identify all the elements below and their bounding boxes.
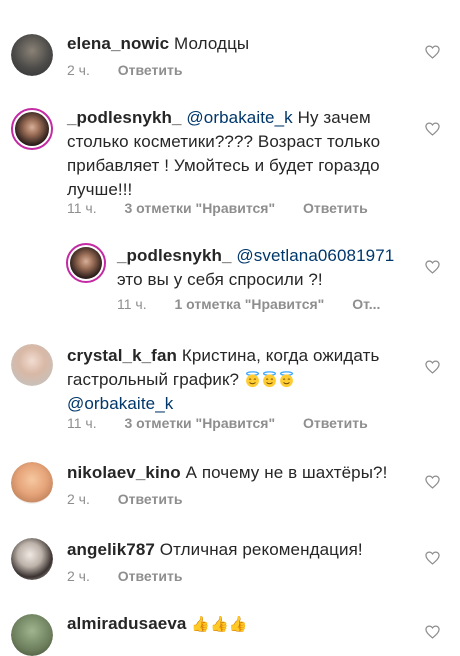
reply-button[interactable]: Ответить <box>118 62 183 78</box>
comment-time: 11 ч. <box>67 200 97 216</box>
comment-mention[interactable]: @orbakaite_k <box>186 108 292 127</box>
heart-outline-icon[interactable] <box>425 551 440 565</box>
smiling-face-with-halo-icon <box>261 371 278 388</box>
comment-username[interactable]: nikolaev_kino <box>67 463 181 482</box>
heart-outline-icon[interactable] <box>425 475 440 489</box>
smiling-face-with-halo-icon <box>244 371 261 388</box>
avatar[interactable] <box>11 344 53 386</box>
comment-text: Отличная рекомендация! <box>159 540 363 559</box>
comment-text: А почему не в шахтёры?! <box>185 463 388 482</box>
reply-button[interactable]: Ответить <box>118 568 183 584</box>
heart-outline-icon[interactable] <box>425 360 440 374</box>
comment-time: 11 ч. <box>117 296 147 312</box>
comment-username[interactable]: elena_nowic <box>67 34 169 53</box>
comment-text: это вы у себя спросили ?! <box>117 270 323 289</box>
avatar[interactable] <box>11 108 53 150</box>
avatar[interactable] <box>66 243 106 283</box>
avatar[interactable] <box>11 34 53 76</box>
likes-count[interactable]: 3 отметки "Нравится" <box>125 200 276 216</box>
comment-time: 2 ч. <box>67 62 90 78</box>
reply-button[interactable]: От... <box>352 296 380 312</box>
comment-time: 2 ч. <box>67 491 90 507</box>
comment-text: гастрольный график? <box>67 370 240 389</box>
heart-outline-icon[interactable] <box>425 625 440 639</box>
comment-time: 11 ч. <box>67 415 97 431</box>
reply-button[interactable]: Ответить <box>303 415 368 431</box>
smiling-face-with-halo-icon <box>278 371 295 388</box>
comment-text: прибавляет ! Умойтесь и будет гораздо <box>67 156 380 175</box>
heart-outline-icon[interactable] <box>425 122 440 136</box>
likes-count[interactable]: 1 отметка "Нравится" <box>175 296 325 312</box>
comment-username[interactable]: _podlesnykh_ <box>117 246 232 265</box>
thumbs-up-icon: 👍👍👍 <box>191 616 248 633</box>
comment-username[interactable]: _podlesnykh_ <box>67 108 182 127</box>
heart-outline-icon[interactable] <box>425 45 440 59</box>
comment-mention[interactable]: @orbakaite_k <box>67 394 173 413</box>
avatar[interactable] <box>11 538 53 580</box>
comment-text: Ну зачем <box>297 108 371 127</box>
comment-username[interactable]: crystal_k_fan <box>67 346 177 365</box>
comment-mention[interactable]: @svetlana06081971 <box>236 246 394 265</box>
comment-text: столько косметики???? Возраст только <box>67 132 381 151</box>
comment-text: Кристина, когда ожидать <box>181 346 380 365</box>
reply-button[interactable]: Ответить <box>303 200 368 216</box>
avatar[interactable] <box>11 462 53 504</box>
comment-time: 2 ч. <box>67 568 90 584</box>
avatar[interactable] <box>11 614 53 656</box>
comment-username[interactable]: angelik787 <box>67 540 155 559</box>
likes-count[interactable]: 3 отметки "Нравится" <box>125 415 276 431</box>
comment-text: Молодцы <box>174 34 250 53</box>
comment-text: лучше!!! <box>67 180 133 199</box>
comment-username[interactable]: almiradusaeva <box>67 614 186 633</box>
reply-button[interactable]: Ответить <box>118 491 183 507</box>
heart-outline-icon[interactable] <box>425 260 440 274</box>
